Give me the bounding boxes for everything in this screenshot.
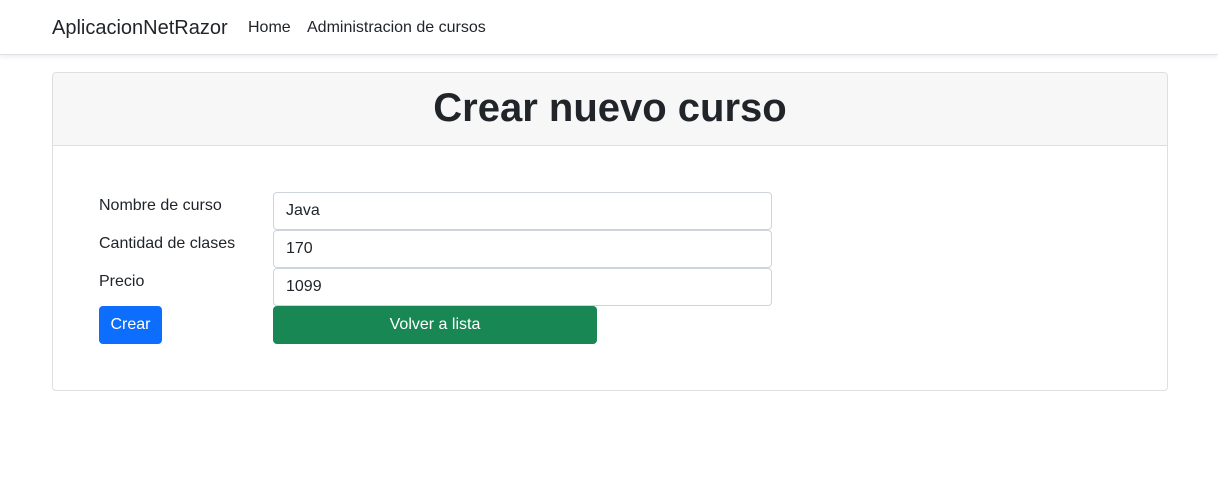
page-title: Crear nuevo curso <box>433 86 787 130</box>
top-navbar: AplicacionNetRazor Home Administracion d… <box>0 0 1218 55</box>
nav-link-administracion-cursos[interactable]: Administracion de cursos <box>307 18 486 38</box>
brand-link[interactable]: AplicacionNetRazor <box>52 16 228 40</box>
crear-button[interactable]: Crear <box>99 306 162 344</box>
nombre-curso-label: Nombre de curso <box>99 197 222 214</box>
cantidad-clases-input[interactable] <box>273 230 772 268</box>
nombre-curso-input[interactable] <box>273 192 772 230</box>
nav-link-home[interactable]: Home <box>248 18 291 38</box>
volver-a-lista-button[interactable]: Volver a lista <box>273 306 597 344</box>
precio-input[interactable] <box>273 268 772 306</box>
cantidad-clases-label: Cantidad de clases <box>99 235 236 252</box>
card-header: Crear nuevo curso <box>53 73 1167 146</box>
precio-label: Precio <box>99 273 145 290</box>
create-course-card: Crear nuevo curso Nombre de curso Cantid… <box>52 72 1168 391</box>
